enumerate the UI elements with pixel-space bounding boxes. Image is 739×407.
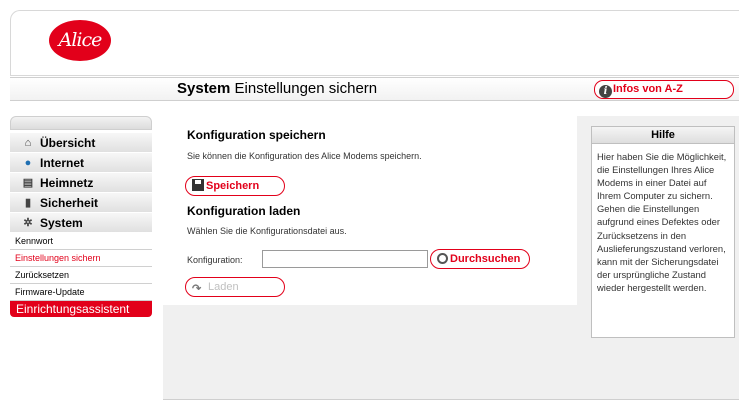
sidebar-subitem-kennwort[interactable]: Kennwort (10, 233, 152, 250)
house-icon: ⌂ (24, 137, 32, 149)
browse-button[interactable]: Durchsuchen (430, 249, 530, 269)
config-field-label: Konfiguration: (187, 255, 243, 265)
sidebar-item-sicherheit[interactable]: ▮ Sicherheit (10, 193, 152, 213)
sidebar-item-label: Heimnetz (40, 176, 94, 190)
help-title: Hilfe (592, 127, 734, 144)
sidebar-item-internet[interactable]: ● Internet (10, 153, 152, 173)
info-a-z-button[interactable]: i Infos von A-Z (594, 80, 734, 99)
page: Alice System Einstellungen sichern i Info… (0, 0, 739, 407)
load-section-title: Konfiguration laden (187, 204, 301, 218)
sidebar-item-system[interactable]: ✲ System (10, 213, 152, 233)
save-section-title: Konfiguration speichern (187, 128, 326, 142)
sidebar: ⌂ Übersicht ● Internet ▤ Heimnetz ▮ Sicherhe… (10, 133, 152, 317)
sidebar-header (10, 116, 152, 130)
content-divider (163, 399, 739, 400)
save-section-text: Sie können die Konfiguration des Alice M… (187, 151, 422, 161)
browse-button-label: Durchsuchen (450, 253, 521, 265)
sidebar-item-label: Sicherheit (40, 196, 99, 210)
sidebar-item-label: System (40, 216, 83, 230)
page-title: System Einstellungen sichern (177, 80, 377, 97)
sidebar-subitem-zuruecksetzen[interactable]: Zurücksetzen (10, 267, 152, 284)
info-icon: i (599, 85, 612, 98)
load-section-text: Wählen Sie die Konfigurationsdatei aus. (187, 226, 347, 236)
help-panel: Hilfe Hier haben Sie die Möglichkeit, di… (591, 126, 735, 338)
sidebar-subitem-einstellungen-sichern[interactable]: Einstellungen sichern (10, 250, 152, 267)
alice-logo[interactable]: Alice (49, 20, 111, 61)
sidebar-item-label: Übersicht (40, 136, 96, 150)
globe-icon: ● (24, 157, 32, 169)
load-button[interactable]: ↷ Laden (185, 277, 285, 297)
sidebar-subitem-firmware-update[interactable]: Firmware-Update (10, 284, 152, 301)
load-button-label: Laden (208, 281, 239, 293)
save-button-label: Speichern (206, 180, 260, 192)
floppy-icon (192, 179, 204, 191)
network-icon: ▤ (22, 177, 34, 189)
setup-wizard-button[interactable]: Einrichtungsassistent (10, 301, 152, 317)
config-file-input[interactable] (262, 250, 428, 268)
help-text: Hier haben Sie die Möglichkeit, die Eins… (597, 151, 727, 293)
sidebar-item-heimnetz[interactable]: ▤ Heimnetz (10, 173, 152, 193)
lock-icon: ▮ (24, 197, 32, 209)
magnifier-icon (437, 253, 448, 264)
header (10, 10, 739, 76)
save-button[interactable]: Speichern (185, 176, 285, 196)
gear-icon: ✲ (23, 217, 33, 229)
sidebar-item-label: Internet (40, 156, 85, 170)
info-a-z-label: Infos von A-Z (613, 83, 683, 95)
page-title-bold: System (177, 80, 231, 97)
arrow-icon: ↷ (192, 283, 202, 295)
page-title-rest: Einstellungen sichern (230, 80, 378, 97)
sidebar-item-uebersicht[interactable]: ⌂ Übersicht (10, 133, 152, 153)
